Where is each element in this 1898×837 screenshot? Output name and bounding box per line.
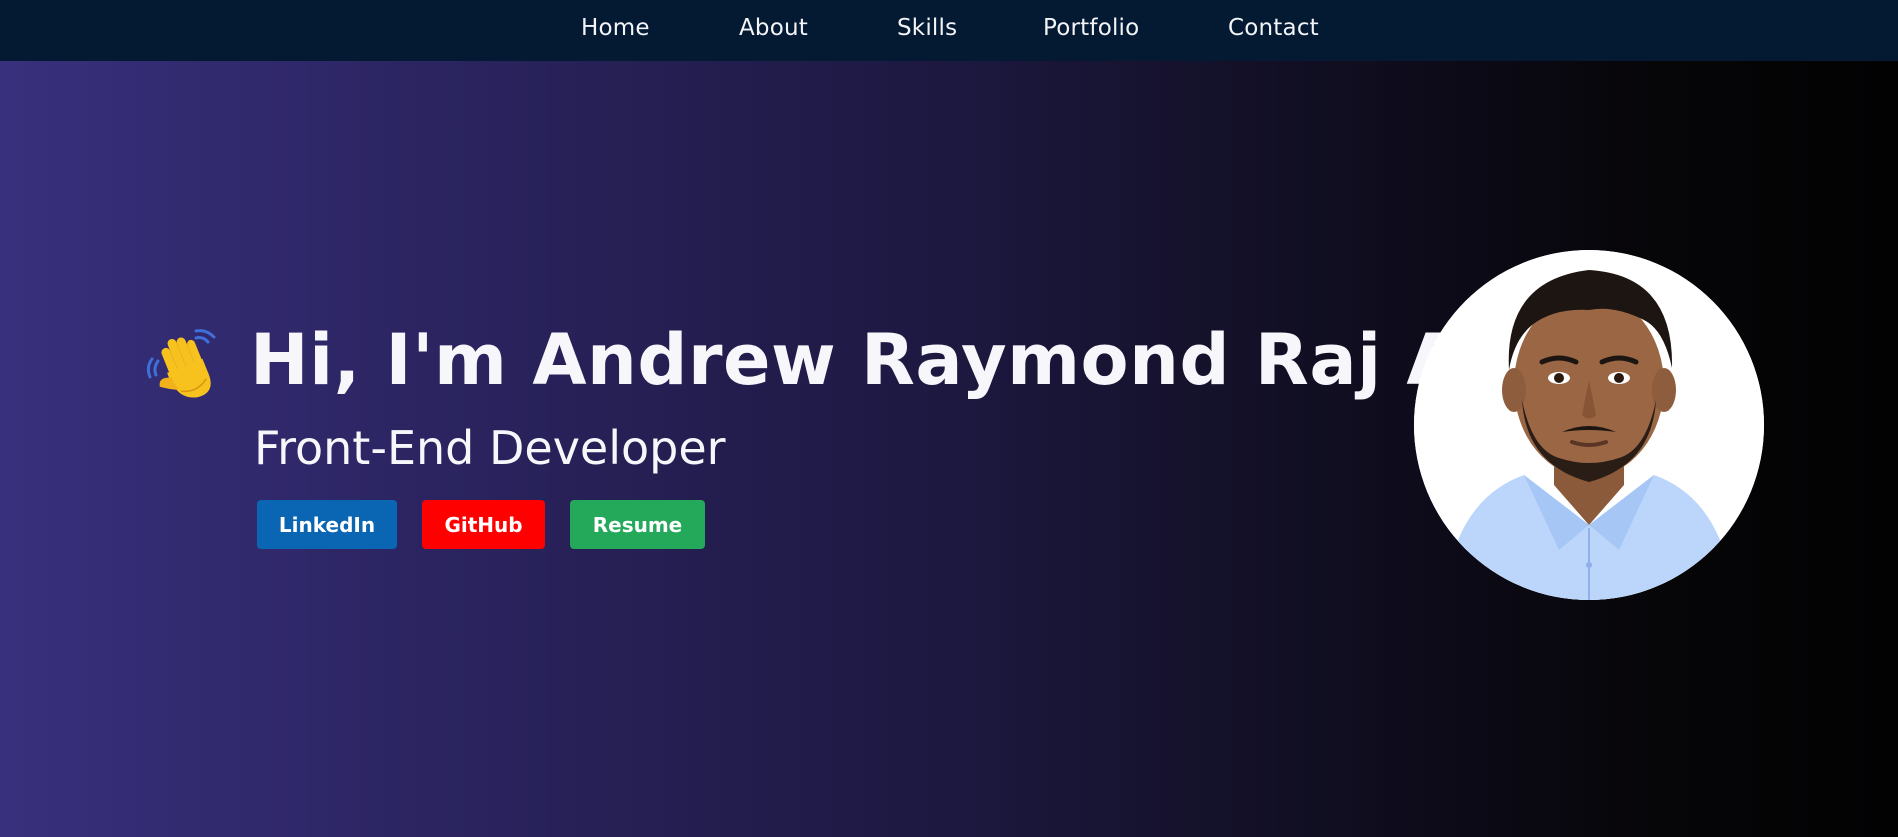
hero-headline: Hi, I'm Andrew Raymond Raj A xyxy=(250,319,1462,401)
profile-photo xyxy=(1414,250,1764,600)
hero-subtitle: Front-End Developer xyxy=(254,421,726,475)
nav-portfolio-link[interactable]: Portfolio xyxy=(1043,12,1139,44)
github-button[interactable]: GitHub xyxy=(422,500,545,549)
nav-contact-link[interactable]: Contact xyxy=(1228,12,1319,44)
linkedin-button[interactable]: LinkedIn xyxy=(257,500,397,549)
profile-portrait-image xyxy=(1414,250,1764,600)
resume-button[interactable]: Resume xyxy=(570,500,705,549)
nav-home-link[interactable]: Home xyxy=(581,12,650,44)
portfolio-page: Home About Skills Portfolio Contact Hi, … xyxy=(0,0,1898,837)
top-navbar: Home About Skills Portfolio Contact xyxy=(0,0,1898,61)
nav-skills-link[interactable]: Skills xyxy=(897,12,957,44)
nav-about-link[interactable]: About xyxy=(739,12,808,44)
waving-hand-icon xyxy=(146,329,216,398)
